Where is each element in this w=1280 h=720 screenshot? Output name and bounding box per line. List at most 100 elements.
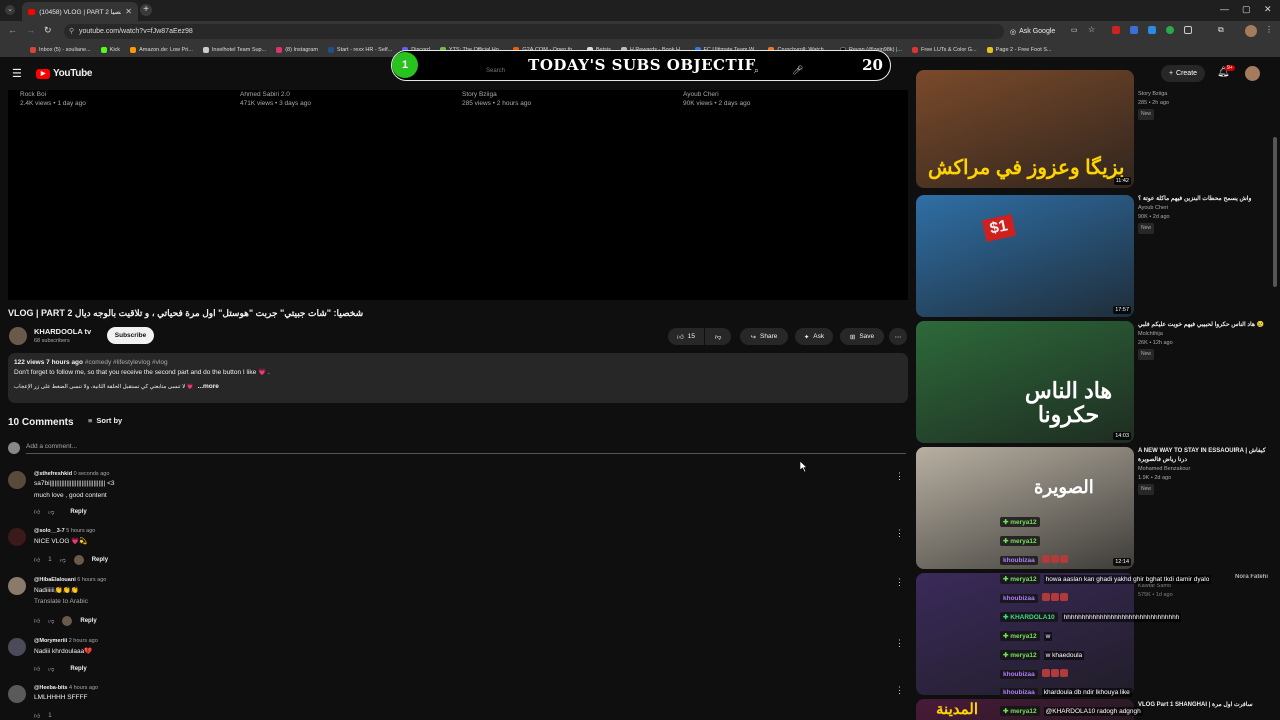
create-button[interactable]: + Create	[1161, 65, 1205, 82]
comment-author[interactable]: @Heeba-bits 4 hours ago	[34, 685, 98, 691]
comment-avatar[interactable]	[8, 471, 26, 489]
recommended-thumbnail[interactable]: الصويرة 12:14	[916, 447, 1134, 569]
youtube-logo[interactable]: ▶ YouTube	[36, 68, 93, 79]
thumbs-down-icon[interactable]: 👎︎	[48, 508, 54, 516]
recommended-info[interactable]: هاد الناس حكروا لحبيبي فيهم خويت عليكم ف…	[1138, 321, 1268, 360]
comment-menu-icon[interactable]: ⋮	[895, 685, 904, 696]
new-badge: New	[1138, 484, 1155, 495]
hashtags[interactable]: #comedy #lifestylevlog #vlog	[85, 359, 168, 366]
comment-menu-icon[interactable]: ⋮	[895, 577, 904, 588]
recommended-info[interactable]: واش يسمح محطات البنزين فيهم ماكلة عوتة ؟…	[1138, 195, 1268, 234]
search-icon[interactable]: ⌕	[754, 65, 759, 76]
reload-icon[interactable]: ↻	[44, 25, 52, 36]
comment-author[interactable]: @sthefreshkid 0 seconds ago	[34, 471, 109, 477]
forward-icon[interactable]: →	[26, 25, 35, 35]
bookmark-item[interactable]: Amazon.de: Low Pri...	[130, 46, 193, 53]
thumbs-down-icon[interactable]: 👎︎	[60, 556, 66, 564]
ask-google-button[interactable]: ◎ Ask Google	[1010, 25, 1055, 38]
extension-icon[interactable]	[1166, 26, 1174, 34]
bookmark-item[interactable]: Kick	[100, 46, 120, 53]
page-scrollbar[interactable]	[1273, 137, 1277, 287]
browser-tab-bar: ⌄ (10458) VLOG | PART 2 شخصيا ✕ + — ▢ ✕	[0, 0, 1280, 21]
show-more-link[interactable]: ...more	[198, 382, 219, 392]
tab-search-icon[interactable]: ⌄	[5, 5, 15, 15]
comment-author[interactable]: @HibaElalouani 6 hours ago	[34, 577, 106, 583]
recommended-thumbnail[interactable]: بزيگا وعزوز في مراكش 11:42	[916, 70, 1134, 188]
reply-button[interactable]: Reply	[80, 618, 96, 624]
reply-button[interactable]: Reply	[70, 666, 86, 672]
microphone-icon[interactable]: 🎤︎	[792, 65, 803, 76]
endcard-video[interactable]: Ahmed Sabiri 2.0 471K views • 3 days ago	[240, 90, 311, 108]
account-avatar[interactable]	[1245, 66, 1260, 81]
close-tab-icon[interactable]: ✕	[125, 7, 132, 16]
recommended-thumbnail[interactable]: هاد الناس حكرونا 14:03	[916, 321, 1134, 443]
thumbs-up-icon[interactable]: 👍︎	[34, 665, 40, 673]
recommended-info[interactable]: VLOG Part 1 SHANGHAI | سافرت اول مرة	[1138, 701, 1268, 710]
chat-username: ✚ merya12	[1000, 536, 1040, 546]
recommended-info[interactable]: A NEW WAY TO STAY IN ESSAOUIRA | كيفاش د…	[1138, 447, 1268, 495]
bookmark-star-icon[interactable]: ☆	[1088, 25, 1095, 34]
more-actions-button[interactable]: ⋯	[889, 328, 907, 345]
thumbs-down-icon[interactable]: 👎︎	[48, 617, 54, 625]
recommended-thumbnail[interactable]: $1 17:57	[916, 195, 1134, 317]
menu-dots-icon[interactable]: ⋮	[1265, 25, 1273, 34]
recommended-info[interactable]: Story Bziiga 285 • 2h ago New	[1138, 90, 1268, 120]
comment-menu-icon[interactable]: ⋮	[895, 638, 904, 649]
extension-icon[interactable]	[1112, 26, 1120, 34]
channel-avatar[interactable]	[9, 327, 27, 345]
install-icon[interactable]: ▭	[1071, 26, 1078, 34]
add-comment-input[interactable]: Add a comment...	[26, 443, 906, 454]
thumbs-up-icon[interactable]: 👍︎	[34, 556, 40, 564]
subscribe-button[interactable]: Subscribe	[107, 327, 154, 344]
hamburger-menu-icon[interactable]: ☰	[12, 67, 22, 80]
close-window-icon[interactable]: ✕	[1264, 4, 1272, 15]
profile-avatar[interactable]	[1245, 25, 1257, 37]
comment-avatar[interactable]	[8, 577, 26, 595]
channel-name[interactable]: KHARDOOLA tv	[34, 327, 91, 336]
comment-avatar[interactable]	[8, 685, 26, 703]
comment-menu-icon[interactable]: ⋮	[895, 471, 904, 482]
video-description[interactable]: 122 views 7 hours ago #comedy #lifestyle…	[8, 353, 908, 403]
translate-link[interactable]: Translate to Arabic	[34, 598, 88, 605]
thumbs-up-icon[interactable]: 👍︎	[34, 617, 40, 625]
url-field[interactable]: ⚲ youtube.com/watch?v=fJw87aEez98	[64, 24, 1004, 39]
minimize-icon[interactable]: —	[1220, 4, 1229, 14]
extension-icon[interactable]	[1184, 26, 1192, 34]
browser-tab[interactable]: (10458) VLOG | PART 2 شخصيا ✕	[22, 2, 138, 21]
comment-avatar[interactable]	[8, 638, 26, 656]
new-tab-button[interactable]: +	[140, 4, 152, 16]
endcard-video[interactable]: Story Bziiga 285 views • 2 hours ago	[462, 90, 531, 108]
extension-icon[interactable]	[1148, 26, 1156, 34]
endcard-video[interactable]: Ayoub Cheri 90K views • 2 days ago	[683, 90, 750, 108]
comment-author[interactable]: @solo__3-7 5 hours ago	[34, 528, 95, 534]
sort-comments-button[interactable]: ≡ Sort by	[88, 416, 122, 425]
bookmark-item[interactable]: Start - rexx HR - Self...	[327, 46, 392, 53]
bookmark-item[interactable]: (8) Instagram	[276, 46, 318, 53]
comment-avatar[interactable]	[8, 528, 26, 546]
dislike-button[interactable]: 👎︎	[705, 328, 731, 345]
thumbs-up-icon[interactable]: 👍︎	[34, 712, 40, 720]
puzzle-icon[interactable]: ⧉	[1218, 25, 1224, 35]
ask-button[interactable]: ✦ Ask	[795, 328, 833, 345]
bookmark-item[interactable]: Page 2 - Free Foot S...	[986, 46, 1052, 53]
back-icon[interactable]: ←	[8, 25, 17, 35]
thumbs-up-icon[interactable]: 👍︎	[34, 508, 40, 516]
maximize-icon[interactable]: ▢	[1242, 4, 1251, 15]
extension-icon[interactable]	[1130, 26, 1138, 34]
bookmark-item[interactable]: Inselhotel Team Sup...	[202, 46, 266, 53]
chat-username: ✚ KHARDOLA10	[1000, 612, 1058, 622]
save-button[interactable]: ⊞ Save	[840, 328, 884, 345]
bookmark-item[interactable]: Inbox (5) - souliane...	[30, 46, 91, 53]
bookmark-item[interactable]: Free LUTs & Color G...	[912, 46, 977, 53]
comment-menu-icon[interactable]: ⋮	[895, 528, 904, 539]
share-button[interactable]: ↪ Share	[740, 328, 788, 345]
thumbs-down-icon[interactable]: 👎︎	[48, 665, 54, 673]
reply-button[interactable]: Reply	[70, 509, 86, 515]
video-player[interactable]: Rock Boi 2.4K views • 1 day ago Ahmed Sa…	[8, 90, 908, 300]
search-input[interactable]: Search	[486, 68, 505, 74]
reply-button[interactable]: Reply	[92, 557, 108, 563]
site-info-icon[interactable]: ⚲	[69, 24, 74, 39]
comment-author[interactable]: @Morymeriii 2 hours ago	[34, 638, 98, 644]
like-button[interactable]: 👍︎ 15	[668, 328, 704, 345]
endcard-video[interactable]: Rock Boi 2.4K views • 1 day ago	[20, 90, 86, 108]
